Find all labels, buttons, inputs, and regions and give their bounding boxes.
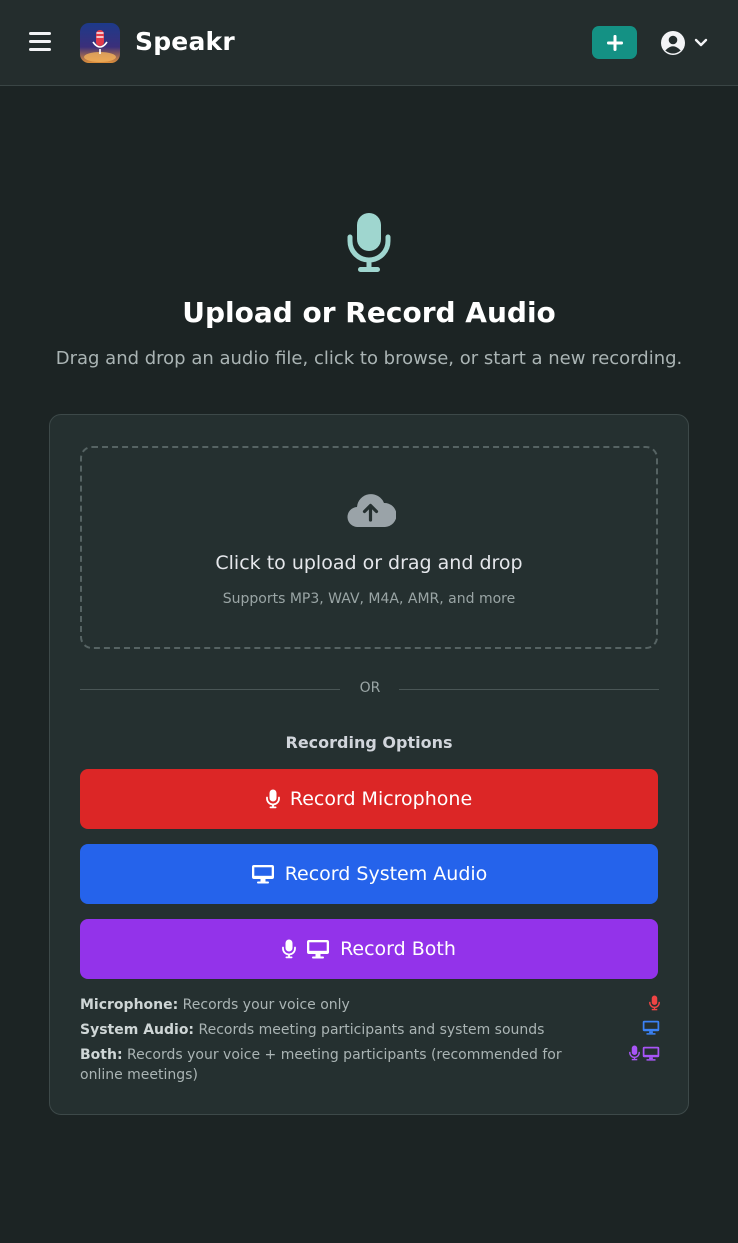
file-dropzone[interactable]: Click to upload or drag and drop Support… (80, 446, 658, 649)
dropzone-title: Click to upload or drag and drop (215, 552, 523, 574)
upload-record-card: Click to upload or drag and drop Support… (49, 414, 689, 1115)
plus-icon (606, 34, 623, 51)
divider-line-left (80, 689, 340, 690)
legend-term: Microphone: (80, 997, 179, 1013)
legend-system-audio: System Audio: Records meeting participan… (80, 1020, 660, 1040)
brand-name[interactable]: Speakr (135, 27, 235, 56)
record-microphone-button[interactable]: Record Microphone (80, 769, 658, 829)
legend-term: Both: (80, 1047, 123, 1063)
record-microphone-label: Record Microphone (289, 788, 473, 810)
legend-description: Records meeting participants and system … (198, 1022, 545, 1038)
microphone-icon (282, 939, 296, 959)
legend-microphone: Microphone: Records your voice only (80, 995, 660, 1015)
cloud-upload-icon (346, 491, 397, 529)
microphone-icon (629, 1045, 640, 1061)
divider-line-right (399, 689, 659, 690)
hamburger-menu-icon[interactable] (29, 32, 51, 52)
user-circle-icon (661, 31, 685, 55)
legend-description: Records your voice + meeting participant… (80, 1047, 562, 1083)
legend-term: System Audio: (80, 1022, 195, 1038)
page-title: Upload or Record Audio (182, 296, 556, 329)
microphone-icon (649, 995, 660, 1011)
legend-both: Both: Records your voice + meeting parti… (80, 1045, 660, 1085)
record-both-label: Record Both (340, 938, 456, 960)
desktop-icon (642, 1046, 660, 1061)
microphone-icon (346, 211, 392, 275)
top-navbar: Speakr (0, 0, 738, 86)
user-menu-button[interactable] (660, 28, 714, 58)
microphone-icon (265, 789, 280, 809)
record-both-button[interactable]: Record Both (80, 919, 658, 979)
page-subtitle: Drag and drop an audio file, click to br… (55, 348, 683, 369)
new-recording-button[interactable] (592, 26, 637, 59)
or-divider-label: OR (359, 680, 381, 696)
recording-options-title: Recording Options (285, 733, 453, 752)
app-logo[interactable] (80, 23, 120, 63)
record-system-audio-label: Record System Audio (284, 863, 488, 885)
dropzone-subtitle: Supports MP3, WAV, M4A, AMR, and more (222, 591, 516, 607)
record-system-audio-button[interactable]: Record System Audio (80, 844, 658, 904)
chevron-down-icon (694, 38, 708, 47)
desktop-icon (642, 1020, 660, 1035)
desktop-icon (251, 864, 275, 884)
legend-description: Records your voice only (182, 997, 350, 1013)
desktop-icon (306, 939, 330, 959)
